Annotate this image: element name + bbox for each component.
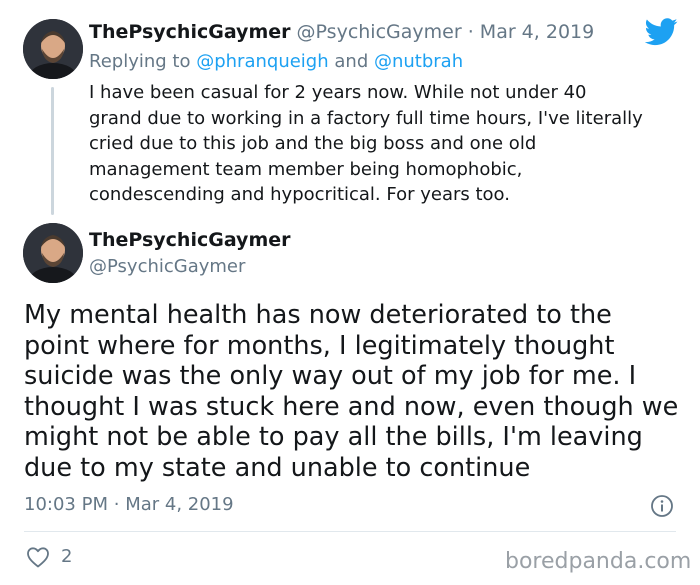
timestamp-line: 10:03 PM · Mar 4, 2019: [24, 494, 234, 515]
reply-separator: ·: [467, 21, 474, 43]
reply-text-line: grand due to working in a factory full t…: [89, 107, 643, 129]
main-display-name[interactable]: ThePsychicGaymer: [89, 229, 291, 251]
replying-and: and: [334, 51, 369, 72]
replying-prefix: Replying to: [89, 51, 191, 72]
tweet-time[interactable]: 10:03 PM: [24, 494, 108, 515]
info-icon[interactable]: [650, 494, 674, 522]
reply-avatar[interactable]: [23, 19, 83, 79]
main-text-line: suicide was the only way out of my job f…: [24, 361, 637, 391]
reply-display-name[interactable]: ThePsychicGaymer: [89, 21, 291, 43]
reply-text-line: cried due to this job and the big boss a…: [89, 133, 537, 154]
tweet-date[interactable]: Mar 4, 2019: [125, 494, 233, 515]
avatar-image: [23, 223, 83, 283]
heart-icon[interactable]: [26, 546, 50, 572]
reply-text-line: I have been casual for 2 years now. Whil…: [89, 82, 587, 103]
main-text-line: due to my state and unable to continue: [24, 452, 531, 483]
mention-link-1[interactable]: @phranqueigh: [196, 51, 328, 72]
thread-connector-line: [51, 87, 54, 215]
reply-handle[interactable]: @PsychicGaymer: [297, 21, 462, 43]
timestamp-separator: ·: [113, 494, 120, 515]
watermark: boredpanda.com: [505, 549, 692, 574]
replying-to-line: Replying to @phranqueigh and @nutbrah: [89, 51, 463, 72]
mention-link-2[interactable]: @nutbrah: [374, 51, 463, 72]
main-handle[interactable]: @PsychicGaymer: [89, 256, 245, 277]
reply-text-line: condescending and hypocritical. For year…: [89, 184, 510, 205]
main-text-line: thought I was stuck here and now, even t…: [24, 391, 679, 422]
avatar-image: [23, 19, 83, 79]
reply-header: ThePsychicGaymer @PsychicGaymer · Mar 4,…: [89, 21, 594, 43]
reply-tweet-text: I have been casual for 2 years now. Whil…: [89, 80, 643, 208]
main-avatar[interactable]: [23, 223, 83, 283]
divider: [24, 531, 676, 532]
reply-date[interactable]: Mar 4, 2019: [480, 21, 594, 43]
reply-text-line: management team member being homophobic,: [89, 158, 523, 180]
like-count: 2: [61, 546, 73, 567]
main-text-line: might not be able to pay all the bills, …: [24, 422, 643, 452]
main-text-line: My mental health has now deteriorated to…: [24, 300, 612, 330]
main-text-line: point where for months, I legitimately t…: [24, 330, 615, 361]
twitter-bird-icon[interactable]: [644, 18, 678, 50]
main-tweet-text: My mental health has now deteriorated to…: [24, 300, 678, 483]
